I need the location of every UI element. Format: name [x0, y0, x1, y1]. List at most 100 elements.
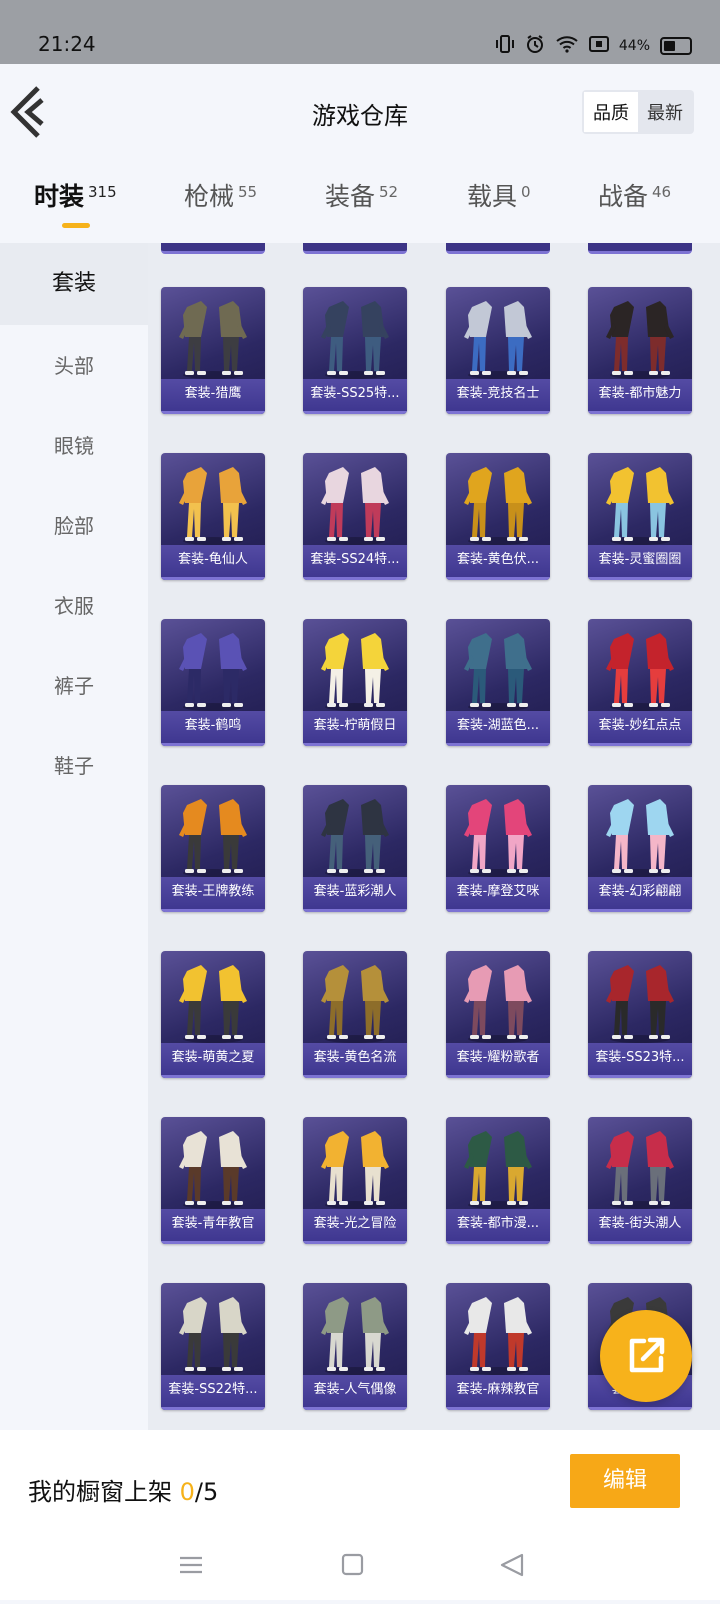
outfit-card[interactable]: 套装-猎鹰 [161, 287, 265, 414]
showcase-count: 0 [179, 1478, 195, 1506]
outfit-card[interactable]: 套装-黄色名流 [303, 951, 407, 1078]
outfit-card[interactable]: 套装-SS24特... [303, 453, 407, 580]
tab-weapons[interactable]: 枪械 55 [184, 177, 257, 213]
outfit-card[interactable]: 套装-青年教官 [161, 1117, 265, 1244]
sort-quality-button[interactable]: 品质 [584, 92, 638, 132]
outfit-card[interactable]: 套装-鹤鸣 [161, 619, 265, 746]
outfit-card[interactable]: 套装-SS22特... [161, 1283, 265, 1410]
outfit-icon [179, 965, 247, 1043]
outfit-label: 套装-光之冒险 [303, 1209, 407, 1244]
outfit-label: 套装-人气偶像 [303, 1375, 407, 1410]
sort-toggle: 品质 最新 [582, 90, 694, 134]
outfit-card[interactable]: 套装-光之冒险 [303, 1117, 407, 1244]
outfit-label: 套装-麻辣教官 [446, 1375, 550, 1410]
sidebar-item-clothes[interactable]: 衣服 [0, 565, 148, 647]
outfit-label: 套装-SS23特... [588, 1043, 692, 1078]
outfit-label: 套装-摩登艾咪 [446, 877, 550, 912]
share-fab-button[interactable] [600, 1310, 692, 1402]
outfit-icon [606, 633, 674, 711]
tab-equipment[interactable]: 装备 52 [325, 177, 398, 213]
outfit-card[interactable]: 套装-王牌教练 [161, 785, 265, 912]
outfit-icon [321, 1131, 389, 1209]
partial-card[interactable] [588, 243, 692, 254]
status-bar: 21:24 44% [0, 0, 720, 64]
alarm-icon [525, 34, 545, 58]
item-grid[interactable]: 套装-猎鹰 套装-SS25特... 套装-竞技名士 套装-都市魅力 套装-龟仙人 套装-S… [148, 243, 720, 1430]
sidebar-item-pants[interactable]: 裤子 [0, 645, 148, 727]
status-icons: 44% [495, 34, 692, 58]
outfit-label: 套装-灵蜜圈圈 [588, 545, 692, 580]
outfit-icon [321, 633, 389, 711]
outfit-label: 套装-都市漫... [446, 1209, 550, 1244]
outfit-icon [464, 1297, 532, 1375]
system-nav-bar [0, 1534, 720, 1600]
outfit-card[interactable]: 套装-SS25特... [303, 287, 407, 414]
outfit-icon [179, 301, 247, 379]
tab-label: 装备 [325, 182, 376, 211]
outfit-card[interactable]: 套装-妙红点点 [588, 619, 692, 746]
app-bar: 游戏仓库 品质 最新 [0, 64, 720, 160]
outfit-icon [179, 799, 247, 877]
outfit-icon [321, 799, 389, 877]
tab-supplies[interactable]: 战备 46 [598, 177, 671, 213]
outfit-card[interactable]: 套装-柠萌假日 [303, 619, 407, 746]
outfit-card[interactable]: 套装-黄色伏... [446, 453, 550, 580]
status-time: 21:24 [38, 32, 96, 56]
back-nav-icon[interactable] [500, 1553, 524, 1577]
tab-label: 时装 [34, 182, 85, 211]
outfit-card[interactable]: 套装-摩登艾咪 [446, 785, 550, 912]
sidebar-item-suit[interactable]: 套装 [0, 243, 148, 325]
outfit-card[interactable]: 套装-街头潮人 [588, 1117, 692, 1244]
outfit-label: 套装-SS24特... [303, 545, 407, 580]
outfit-card[interactable]: 套装-竞技名士 [446, 287, 550, 414]
outfit-icon [606, 301, 674, 379]
outfit-card[interactable]: 套装-耀粉歌者 [446, 951, 550, 1078]
tab-label: 枪械 [184, 182, 235, 211]
outfit-icon [606, 799, 674, 877]
outfit-card[interactable]: 套装-蓝彩潮人 [303, 785, 407, 912]
partial-card[interactable] [446, 243, 550, 254]
tab-fashion[interactable]: 时装 315 [34, 177, 117, 213]
outfit-card[interactable]: 套装-龟仙人 [161, 453, 265, 580]
outfit-card[interactable]: 套装-都市魅力 [588, 287, 692, 414]
tab-label: 载具 [467, 182, 518, 211]
outfit-icon [464, 301, 532, 379]
battery-percent: 44% [618, 38, 650, 54]
menu-nav-icon[interactable] [180, 1556, 202, 1574]
outfit-card[interactable]: 套装-灵蜜圈圈 [588, 453, 692, 580]
edit-button[interactable]: 编辑 [570, 1454, 680, 1508]
partial-card[interactable] [303, 243, 407, 254]
outfit-card[interactable]: 套装-幻彩翩翩 [588, 785, 692, 912]
outfit-label: 套装-王牌教练 [161, 877, 265, 912]
outfit-label: 套装-黄色名流 [303, 1043, 407, 1078]
outfit-icon [321, 965, 389, 1043]
sidebar-item-face[interactable]: 脸部 [0, 485, 148, 567]
outfit-label: 套装-耀粉歌者 [446, 1043, 550, 1078]
partial-card[interactable] [161, 243, 265, 254]
outfit-card[interactable]: 套装-人气偶像 [303, 1283, 407, 1410]
outfit-label: 套装-龟仙人 [161, 545, 265, 580]
outfit-label: 套装-猎鹰 [161, 379, 265, 414]
outfit-label: 套装-妙红点点 [588, 711, 692, 746]
screencast-icon [588, 35, 609, 57]
sort-latest-button[interactable]: 最新 [638, 92, 692, 132]
sidebar-item-glasses[interactable]: 眼镜 [0, 405, 148, 487]
outfit-card[interactable]: 套装-SS23特... [588, 951, 692, 1078]
sidebar-item-head[interactable]: 头部 [0, 325, 148, 407]
outfit-card[interactable]: 套装-都市漫... [446, 1117, 550, 1244]
outfit-label: 套装-街头潮人 [588, 1209, 692, 1244]
outfit-card[interactable]: 套装-萌黄之夏 [161, 951, 265, 1078]
home-nav-icon[interactable] [341, 1553, 364, 1576]
tab-count: 55 [238, 183, 258, 201]
outfit-label: 套装-都市魅力 [588, 379, 692, 414]
outfit-card[interactable]: 套装-湖蓝色... [446, 619, 550, 746]
tab-vehicles[interactable]: 载具 0 [467, 177, 531, 213]
outfit-label: 套装-幻彩翩翩 [588, 877, 692, 912]
outfit-card[interactable]: 套装-麻辣教官 [446, 1283, 550, 1410]
share-icon [629, 1337, 665, 1373]
sidebar-item-shoes[interactable]: 鞋子 [0, 725, 148, 807]
active-tab-indicator [62, 223, 90, 228]
showcase-status: 我的橱窗上架 0/5 [28, 1472, 218, 1507]
outfit-icon [606, 965, 674, 1043]
showcase-total: /5 [194, 1478, 219, 1506]
